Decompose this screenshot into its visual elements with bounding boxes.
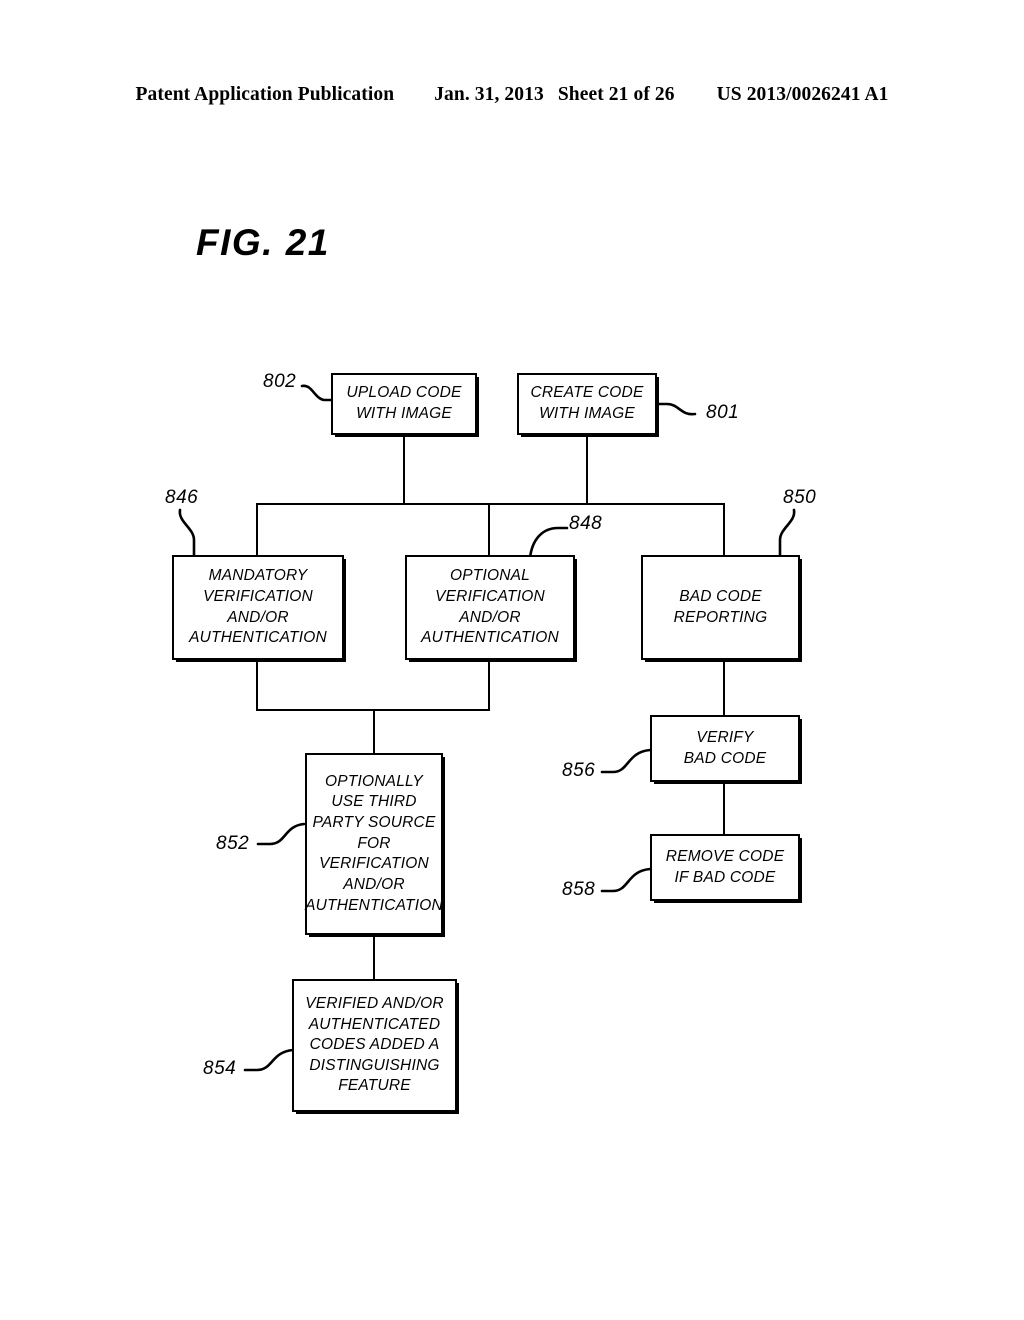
node-label: CREATE CODE WITH IMAGE [530, 384, 644, 422]
leader-line-856 [600, 748, 652, 774]
header-publication: Patent Application Publication [135, 84, 395, 105]
refnum-852: 852 [216, 833, 250, 854]
leader-line-846 [178, 508, 196, 557]
node-label: OPTIONALLY USE THIRD PARTY SOURCE FOR VE… [305, 772, 443, 914]
header-date: Jan. 31, 2013 [434, 84, 544, 105]
connector-846-to-merge [256, 659, 258, 711]
node-label: VERIFIED AND/OR AUTHENTICATED CODES ADDE… [305, 994, 444, 1095]
header-sheet: Sheet 21 of 26 [557, 84, 675, 105]
refnum-846: 846 [165, 487, 199, 508]
patent-figure-page: Patent Application Publication Jan. 31, … [0, 0, 1024, 1320]
node-label: VERIFY BAD CODE [683, 728, 767, 767]
node-remove-code-if-bad-code[interactable]: REMOVE CODE IF BAD CODE [650, 834, 800, 901]
leader-line-854 [243, 1048, 295, 1072]
node-label: MANDATORY VERIFICATION AND/OR AUTHENTICA… [189, 567, 327, 647]
leader-line-850 [778, 508, 796, 557]
refnum-856: 856 [562, 760, 596, 781]
node-mandatory-verification[interactable]: MANDATORY VERIFICATION AND/OR AUTHENTICA… [172, 555, 344, 660]
connector-bus-to-846 [256, 503, 258, 555]
connector-802-to-bus [403, 435, 405, 505]
connector-801-to-bus [586, 435, 588, 505]
refnum-850: 850 [783, 487, 817, 508]
node-label: OPTIONAL VERIFICATION AND/OR AUTHENTICAT… [421, 567, 559, 647]
refnum-858: 858 [562, 879, 596, 900]
node-bad-code-reporting[interactable]: BAD CODE REPORTING [641, 555, 800, 660]
connector-848-to-merge [488, 659, 490, 711]
leader-line-858 [600, 867, 652, 893]
connector-bus-to-850 [723, 503, 725, 555]
connector-bus-to-848 [488, 503, 490, 555]
connector-850-to-856 [723, 659, 725, 716]
header-publication-number: US 2013/0026241 A1 [716, 84, 889, 105]
node-label: BAD CODE REPORTING [673, 587, 768, 626]
connector-856-to-858 [723, 781, 725, 835]
node-optionally-use-third-party-source[interactable]: OPTIONALLY USE THIRD PARTY SOURCE FOR VE… [305, 753, 443, 935]
connector-distribution-bus [256, 503, 725, 505]
refnum-848: 848 [569, 513, 603, 534]
node-verify-bad-code[interactable]: VERIFY BAD CODE [650, 715, 800, 782]
connector-merge-to-852 [373, 709, 375, 754]
connector-852-to-854 [373, 934, 375, 980]
refnum-802: 802 [263, 371, 297, 392]
leader-line-801 [655, 402, 697, 416]
refnum-801: 801 [706, 402, 740, 423]
figure-title: FIG. 21 [196, 222, 330, 263]
node-label: UPLOAD CODE WITH IMAGE [346, 384, 462, 422]
node-optional-verification[interactable]: OPTIONAL VERIFICATION AND/OR AUTHENTICAT… [405, 555, 575, 660]
node-verified-codes-distinguishing-feature[interactable]: VERIFIED AND/OR AUTHENTICATED CODES ADDE… [292, 979, 457, 1112]
page-header: Patent Application Publication Jan. 31, … [0, 84, 1024, 106]
node-upload-code-with-image[interactable]: UPLOAD CODE WITH IMAGE [331, 373, 477, 435]
node-label: REMOVE CODE IF BAD CODE [665, 847, 785, 886]
refnum-854: 854 [203, 1058, 237, 1079]
node-create-code-with-image[interactable]: CREATE CODE WITH IMAGE [517, 373, 657, 435]
